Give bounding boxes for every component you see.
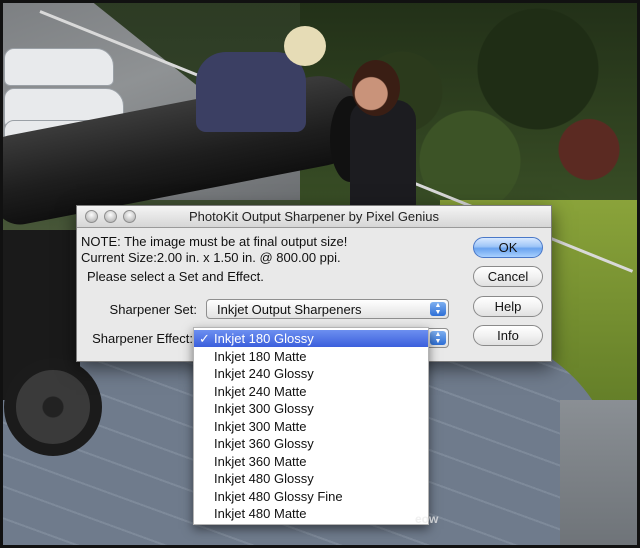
photo-adult-head [352,60,400,116]
menu-item[interactable]: Inkjet 480 Glossy Fine [194,488,428,505]
menu-item-label: Inkjet 360 Glossy [214,436,314,451]
photo-child [196,52,306,132]
menu-item-label: Inkjet 480 Glossy Fine [214,488,343,504]
menu-item[interactable]: Inkjet 240 Matte [194,383,428,400]
info-button[interactable]: Info [473,325,543,346]
cancel-button[interactable]: Cancel [473,266,543,287]
menu-item-label: Inkjet 360 Matte [214,453,307,469]
photo-cannon-wheel [4,358,102,456]
sharpener-set-label: Sharpener Set: [109,302,197,317]
menu-item[interactable]: Inkjet 480 Glossy [194,470,428,487]
dialog-title: PhotoKit Output Sharpener by Pixel Geniu… [188,209,440,224]
menu-item[interactable]: Inkjet 300 Matte [194,418,428,435]
menu-item[interactable]: ✓ Inkjet 180 Glossy [194,330,428,347]
popup-arrows-icon: ▲ ▼ [430,331,446,345]
menu-item-label: Inkjet 240 Matte [214,383,307,399]
menu-item-label: Inkjet 480 Matte [214,506,307,521]
sharpener-effect-menu: ✓ Inkjet 180 Glossy Inkjet 180 Matte Inkj… [193,327,429,525]
help-button[interactable]: Help [473,296,543,317]
checkmark-icon: ✓ [199,331,210,346]
ok-button[interactable]: OK [473,237,543,258]
current-size-text: Current Size:2.00 in. x 1.50 in. @ 800.0… [81,250,341,265]
menu-item-label: Inkjet 300 Glossy [214,401,314,416]
dialog-titlebar[interactable]: PhotoKit Output Sharpener by Pixel Geniu… [77,206,551,228]
menu-item[interactable]: Inkjet 180 Matte [194,348,428,365]
menu-item-label: Inkjet 300 Matte [214,418,307,434]
menu-item[interactable]: Inkjet 240 Glossy [194,365,428,382]
photo-adult [350,100,416,210]
menu-item[interactable]: Inkjet 360 Matte [194,453,428,470]
instruction-text: Please select a Set and Effect. [87,269,264,284]
menu-item-label: Inkjet 240 Glossy [214,366,314,381]
photo-path [560,400,640,548]
photo-watermark: eow [415,512,439,526]
output-size-note: NOTE: The image must be at final output … [81,234,348,249]
photo-car [4,48,114,86]
sharpener-set-popup[interactable]: Inkjet Output Sharpeners ▲ ▼ [206,299,449,319]
popup-arrows-icon: ▲ ▼ [430,302,446,316]
photo-child-head [284,26,326,66]
menu-item[interactable]: Inkjet 480 Matte [194,505,428,522]
sharpener-effect-label: Sharpener Effect: [92,331,193,346]
menu-item-label: Inkjet 480 Glossy [214,471,314,486]
menu-item-label: Inkjet 180 Glossy [214,331,314,346]
menu-item[interactable]: Inkjet 300 Glossy [194,400,428,417]
menu-item[interactable]: Inkjet 360 Glossy [194,435,428,452]
sharpener-set-value: Inkjet Output Sharpeners [217,302,362,317]
menu-item-label: Inkjet 180 Matte [214,348,307,364]
